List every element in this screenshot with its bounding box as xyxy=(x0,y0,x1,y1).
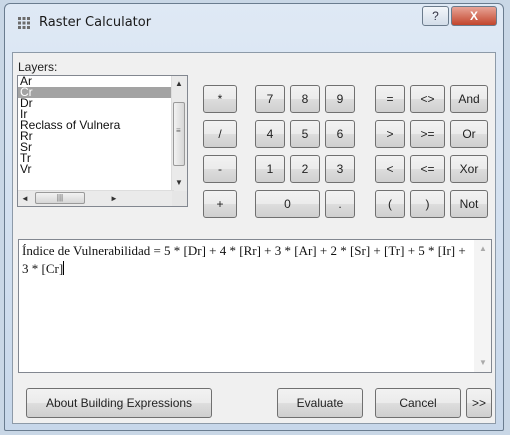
eight-button[interactable]: 8 xyxy=(290,85,320,113)
less-equal-button[interactable]: <= xyxy=(410,155,445,183)
greater-button[interactable]: > xyxy=(375,120,405,148)
scroll-right-arrow-icon[interactable]: ► xyxy=(110,194,118,203)
close-paren-button[interactable]: ) xyxy=(410,190,445,218)
text-caret xyxy=(63,261,65,275)
layers-label: Layers: xyxy=(18,60,58,74)
title-bar[interactable]: Raster Calculator ? X xyxy=(5,4,503,48)
layer-item-ar[interactable]: Ar xyxy=(18,76,174,87)
five-button[interactable]: 5 xyxy=(290,120,320,148)
nine-button[interactable]: 9 xyxy=(325,85,355,113)
scroll-up-arrow-icon[interactable]: ▲ xyxy=(175,79,183,88)
raster-calculator-window: Raster Calculator ? X Layers: Ar Cr Dr I… xyxy=(4,3,504,431)
divide-button[interactable]: / xyxy=(203,120,237,148)
vertical-scroll-thumb[interactable]: ≡ xyxy=(173,102,185,166)
expression-textbox[interactable]: Índice de Vulnerabilidad = 5 * [Dr] + 4 … xyxy=(18,239,492,373)
layer-item-dr[interactable]: Dr xyxy=(18,97,174,109)
expr-scroll-down-icon[interactable]: ▼ xyxy=(479,358,487,367)
layers-listbox[interactable]: Ar Cr Dr Ir Reclass of Vulnera Rr Sr Tr … xyxy=(17,75,188,207)
expression-value: Índice de Vulnerabilidad = 5 * [Dr] + 4 … xyxy=(22,243,466,276)
minus-button[interactable]: - xyxy=(203,155,237,183)
greater-equal-button[interactable]: >= xyxy=(410,120,445,148)
seven-button[interactable]: 7 xyxy=(255,85,285,113)
zero-button[interactable]: 0 xyxy=(255,190,320,218)
two-button[interactable]: 2 xyxy=(290,155,320,183)
scroll-left-arrow-icon[interactable]: ◄ xyxy=(21,194,29,203)
about-building-expressions-button[interactable]: About Building Expressions xyxy=(26,388,212,418)
expression-scrollbar[interactable]: ▲ ▼ xyxy=(474,240,491,372)
not-button[interactable]: Not xyxy=(450,190,488,218)
four-button[interactable]: 4 xyxy=(255,120,285,148)
dialog-content: Layers: Ar Cr Dr Ir Reclass of Vulnera R… xyxy=(12,52,496,424)
three-button[interactable]: 3 xyxy=(325,155,355,183)
open-paren-button[interactable]: ( xyxy=(375,190,405,218)
layer-item-vr[interactable]: Vr xyxy=(18,163,174,175)
and-button[interactable]: And xyxy=(450,85,488,113)
xor-button[interactable]: Xor xyxy=(450,155,488,183)
expr-scroll-up-icon[interactable]: ▲ xyxy=(479,244,487,253)
scrollbar-corner xyxy=(172,191,187,206)
help-button[interactable]: ? xyxy=(422,6,449,26)
cancel-button[interactable]: Cancel xyxy=(375,388,461,418)
one-button[interactable]: 1 xyxy=(255,155,285,183)
layers-list[interactable]: Ar Cr Dr Ir Reclass of Vulnera Rr Sr Tr … xyxy=(18,76,174,192)
plus-button[interactable]: + xyxy=(203,190,237,218)
scroll-down-arrow-icon[interactable]: ▼ xyxy=(175,178,183,187)
decimal-button[interactable]: . xyxy=(325,190,355,218)
layer-item-tr[interactable]: Tr xyxy=(18,152,174,164)
layer-item-sr[interactable]: Sr xyxy=(18,141,174,153)
horizontal-scroll-thumb[interactable]: ||| xyxy=(35,192,85,204)
evaluate-button[interactable]: Evaluate xyxy=(277,388,363,418)
layer-item-reclass[interactable]: Reclass of Vulnera xyxy=(18,119,174,131)
grip-icon: ≡ xyxy=(176,126,181,135)
equal-button[interactable]: = xyxy=(375,85,405,113)
layer-item-cr[interactable]: Cr xyxy=(18,86,174,98)
expression-text[interactable]: Índice de Vulnerabilidad = 5 * [Dr] + 4 … xyxy=(22,242,468,278)
calculator-icon xyxy=(18,17,30,29)
layer-item-rr[interactable]: Rr xyxy=(18,130,174,142)
close-button[interactable]: X xyxy=(451,6,497,26)
less-button[interactable]: < xyxy=(375,155,405,183)
more-options-button[interactable]: >> xyxy=(466,388,492,418)
window-title: Raster Calculator xyxy=(39,15,152,30)
six-button[interactable]: 6 xyxy=(325,120,355,148)
not-equal-button[interactable]: <> xyxy=(410,85,445,113)
layers-horizontal-scrollbar[interactable]: ◄ ||| ► xyxy=(18,190,174,206)
or-button[interactable]: Or xyxy=(450,120,488,148)
multiply-button[interactable]: * xyxy=(203,85,237,113)
layers-vertical-scrollbar[interactable]: ▲ ≡ ▼ xyxy=(171,76,187,192)
